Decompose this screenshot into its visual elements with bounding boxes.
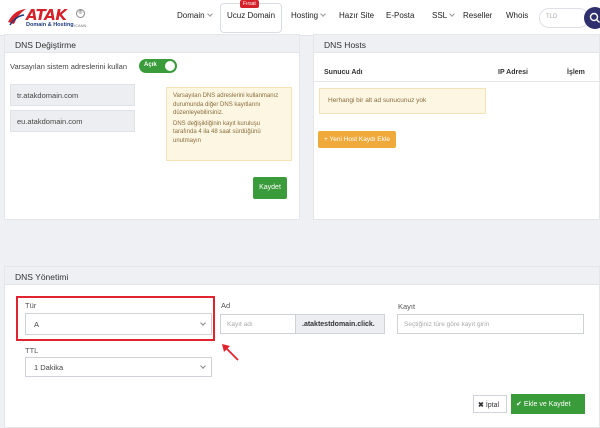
ttl-select[interactable]: 1 Dakika	[25, 357, 212, 377]
dns-management-title: DNS Yönetimi	[5, 267, 599, 285]
name-label: Ad	[221, 301, 231, 310]
close-icon: ✖	[478, 402, 484, 409]
tld-search-button[interactable]	[584, 7, 600, 29]
chevron-down-icon	[206, 11, 213, 17]
type-highlight-box	[16, 296, 215, 341]
tld-search-input[interactable]: TLD	[539, 8, 589, 28]
dns-change-title: DNS Değiştirme	[5, 35, 299, 53]
warning-text-2: DNS değişikliğinin kayıt kuruluşu tarafı…	[173, 120, 261, 144]
nameserver-2: eu.atakdomain.com	[10, 110, 135, 132]
check-icon: ✔	[516, 401, 522, 408]
col-action: İşlem	[567, 69, 585, 76]
default-dns-toggle[interactable]: Açık	[139, 59, 177, 73]
toggle-label: Açık	[144, 62, 157, 68]
nav-reseller[interactable]: Reseller	[463, 11, 492, 20]
no-hosts-notice: Herhangi bir alt ad sunucunuz yok	[319, 88, 486, 114]
add-and-save-button[interactable]: ✔ Ekle ve Kaydet	[511, 394, 585, 414]
ttl-label: TTL	[25, 346, 39, 355]
nav-ucuz-domain[interactable]: Ucuz Domain	[227, 11, 275, 20]
ttl-value: 1 Dakika	[34, 363, 64, 372]
search-icon	[589, 12, 600, 23]
record-value-input[interactable]: Seçtiğiniz türe göre kayıt girin	[397, 314, 584, 334]
nav-ssl[interactable]: SSL	[432, 11, 455, 20]
col-server-name: Sunucu Adı	[324, 69, 363, 76]
logo-tagline: Domain & Hosting	[26, 22, 74, 28]
nameserver-1: tr.atakdomain.com	[10, 84, 135, 106]
table-divider	[314, 81, 600, 82]
col-ip-address: IP Adresi	[498, 69, 528, 76]
tld-placeholder: TLD	[546, 14, 558, 20]
chevron-down-icon	[449, 11, 455, 17]
nav-whois[interactable]: Whois	[506, 11, 528, 20]
registered-mark: ®	[76, 9, 85, 18]
record-name-input[interactable]: Kayıt adı	[220, 314, 296, 334]
logo-swoosh-icon	[8, 9, 26, 26]
nav-domain[interactable]: Domain	[177, 11, 213, 20]
nav-e-posta[interactable]: E-Posta	[386, 11, 414, 20]
pointer-arrow-icon	[222, 344, 239, 361]
nav-hosting[interactable]: Hosting	[291, 11, 326, 20]
firsat-badge: Fırsat	[240, 0, 259, 8]
default-dns-label: Varsayılan sistem adreslerini kullan	[10, 62, 127, 71]
warning-text-1: Varsayılan DNS adreslerini kullanmanız d…	[173, 93, 279, 116]
nav-hazir-site[interactable]: Hazır Site	[339, 11, 374, 20]
logo-icann: ICANN	[74, 23, 87, 28]
top-navbar: ATAK ® Domain & Hosting ICANN Domain Ucu…	[0, 0, 600, 36]
dns-change-panel: DNS Değiştirme Varsayılan sistem adresle…	[4, 34, 300, 220]
dns-hosts-title: DNS Hosts	[314, 35, 599, 53]
record-label: Kayıt	[398, 302, 416, 311]
dns-warning-box: Varsayılan DNS adreslerini kullanmanız d…	[166, 87, 292, 161]
save-button[interactable]: Kaydet	[253, 177, 287, 199]
chevron-down-icon	[320, 11, 326, 17]
add-host-button[interactable]: + Yeni Host Kaydı Ekle	[318, 131, 396, 148]
toggle-knob	[165, 61, 175, 71]
atak-logo[interactable]: ATAK ® Domain & Hosting ICANN	[6, 4, 92, 32]
domain-suffix: .ataktestdomain.click.	[295, 314, 385, 334]
cancel-button[interactable]: ✖ İptal	[473, 395, 507, 413]
add-save-label: Ekle ve Kaydet	[523, 401, 571, 408]
chevron-down-icon	[200, 363, 206, 369]
cancel-label: İptal	[485, 402, 500, 409]
dns-hosts-panel: DNS Hosts Sunucu Adı IP Adresi İşlem Her…	[313, 34, 600, 220]
